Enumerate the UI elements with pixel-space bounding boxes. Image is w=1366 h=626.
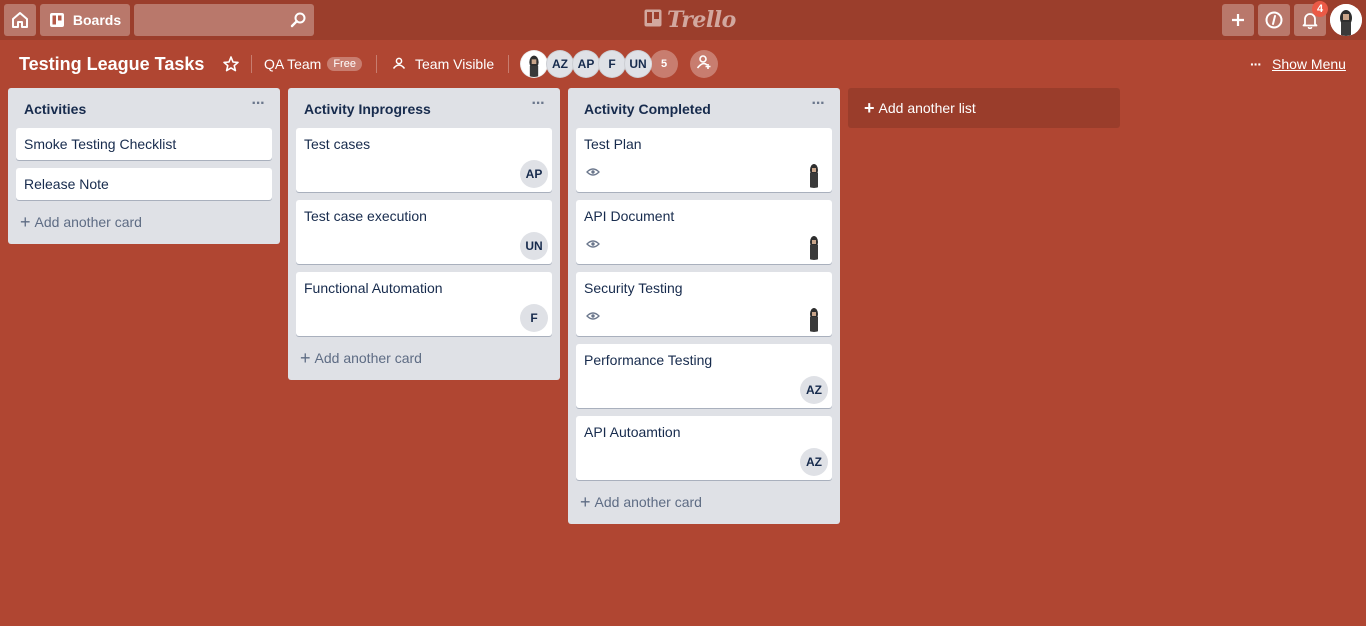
team-name: QA Team	[264, 56, 322, 72]
boards-button[interactable]: Boards	[40, 4, 130, 36]
card-member-avatar[interactable]: AP	[520, 160, 548, 188]
card[interactable]: Security Testing	[576, 272, 832, 336]
card[interactable]: Test cases AP	[296, 128, 552, 192]
card-member-avatar[interactable]: AZ	[800, 376, 828, 404]
list-activity-inprogress: Activity Inprogress ··· Test cases AP Te…	[288, 88, 560, 380]
star-board-button[interactable]	[220, 54, 242, 74]
card-title: Release Note	[24, 176, 109, 192]
card-title: API Document	[584, 208, 675, 224]
top-header: Boards Trello 4	[0, 0, 1366, 40]
plus-icon	[1230, 12, 1246, 28]
more-icon: ···	[1250, 56, 1262, 72]
trello-logo-icon	[644, 9, 662, 32]
boards-label: Boards	[72, 12, 122, 28]
card-title: Test cases	[304, 136, 371, 152]
divider	[376, 55, 377, 73]
notification-count-badge: 4	[1312, 1, 1328, 17]
visibility-button[interactable]: Team Visible	[386, 50, 500, 78]
card-title: API Autoamtion	[584, 424, 681, 440]
card-member-avatar[interactable]	[800, 160, 828, 188]
list-activities: Activities ··· Smoke Testing Checklist R…	[8, 88, 280, 244]
trello-logo[interactable]: Trello	[644, 6, 736, 34]
list-activity-completed: Activity Completed ··· Test Plan API Doc…	[568, 88, 840, 524]
card[interactable]: Test case execution UN	[296, 200, 552, 264]
list-header: Activity Completed ···	[568, 88, 840, 126]
card[interactable]: Release Note	[16, 168, 272, 200]
plus-icon: +	[864, 98, 875, 118]
logo-text: Trello	[667, 7, 736, 33]
card-member-avatar[interactable]	[800, 232, 828, 260]
search-input[interactable]	[134, 4, 314, 36]
add-card-label: Add another card	[314, 350, 422, 366]
search-icon[interactable]	[290, 12, 306, 33]
home-button[interactable]	[4, 4, 36, 36]
add-card-button[interactable]: + Add another card	[296, 344, 552, 372]
home-icon	[11, 11, 29, 29]
list-menu-icon[interactable]: ···	[526, 96, 550, 118]
visibility-label: Team Visible	[415, 56, 495, 72]
plus-icon: +	[20, 212, 31, 232]
add-card-label: Add another card	[34, 214, 142, 230]
card-member-avatar[interactable]: AZ	[800, 448, 828, 476]
boards-icon	[49, 12, 65, 28]
card-title: Smoke Testing Checklist	[24, 136, 177, 152]
member-avatar[interactable]: AP	[572, 50, 600, 78]
add-card-button[interactable]: + Add another card	[16, 208, 272, 236]
list-title[interactable]: Activities	[24, 101, 86, 117]
plan-badge: Free	[327, 57, 362, 71]
team-visibility-icon	[392, 56, 415, 73]
add-card-label: Add another card	[594, 494, 702, 510]
card-member-avatar[interactable]: UN	[520, 232, 548, 260]
card-member-avatar[interactable]	[800, 304, 828, 332]
add-member-icon	[696, 54, 712, 75]
star-icon	[220, 56, 242, 78]
watching-eye-icon	[586, 308, 600, 326]
card-title: Test case execution	[304, 208, 427, 224]
user-avatar[interactable]	[1330, 4, 1362, 36]
list-menu-icon[interactable]: ···	[246, 96, 270, 118]
add-list-button[interactable]: + Add another list	[848, 88, 1120, 128]
list-menu-icon[interactable]: ···	[806, 96, 830, 118]
divider	[251, 55, 252, 73]
card-title: Performance Testing	[584, 352, 713, 368]
card[interactable]: Smoke Testing Checklist	[16, 128, 272, 160]
invite-button[interactable]	[690, 50, 718, 78]
notifications-button[interactable]: 4	[1294, 1, 1328, 36]
list-title[interactable]: Activity Inprogress	[304, 101, 431, 117]
plus-icon: +	[580, 492, 591, 512]
team-button[interactable]: QA Team Free	[258, 50, 368, 78]
card-title: Functional Automation	[304, 280, 443, 296]
add-card-button[interactable]: + Add another card	[576, 488, 832, 516]
card[interactable]: Test Plan	[576, 128, 832, 192]
card-title: Test Plan	[584, 136, 642, 152]
plus-icon: +	[300, 348, 311, 368]
card[interactable]: Functional Automation F	[296, 272, 552, 336]
card[interactable]: API Autoamtion AZ	[576, 416, 832, 480]
more-members-count[interactable]: 5	[650, 50, 678, 78]
show-menu-button[interactable]: ··· Show Menu	[1250, 50, 1346, 78]
member-avatar[interactable]: UN	[624, 50, 652, 78]
add-list-label: Add another list	[878, 100, 976, 116]
list-title[interactable]: Activity Completed	[584, 101, 711, 117]
info-icon	[1265, 11, 1283, 29]
board-members: AZ AP F UN 5	[520, 50, 678, 78]
search-box[interactable]	[134, 4, 314, 36]
card[interactable]: API Document	[576, 200, 832, 264]
card-title: Security Testing	[584, 280, 683, 296]
info-button[interactable]	[1258, 4, 1290, 36]
board-title[interactable]: Testing League Tasks	[12, 50, 211, 78]
card-member-avatar[interactable]: F	[520, 304, 548, 332]
show-menu-label: Show Menu	[1272, 56, 1346, 72]
watching-eye-icon	[586, 164, 600, 182]
list-header: Activity Inprogress ···	[288, 88, 560, 126]
member-avatar[interactable]: AZ	[546, 50, 574, 78]
list-header: Activities ···	[8, 88, 280, 126]
member-avatar[interactable]: F	[598, 50, 626, 78]
watching-eye-icon	[586, 236, 600, 254]
card[interactable]: Performance Testing AZ	[576, 344, 832, 408]
member-avatar[interactable]	[520, 50, 548, 78]
create-button[interactable]	[1222, 4, 1254, 36]
divider	[508, 55, 509, 73]
